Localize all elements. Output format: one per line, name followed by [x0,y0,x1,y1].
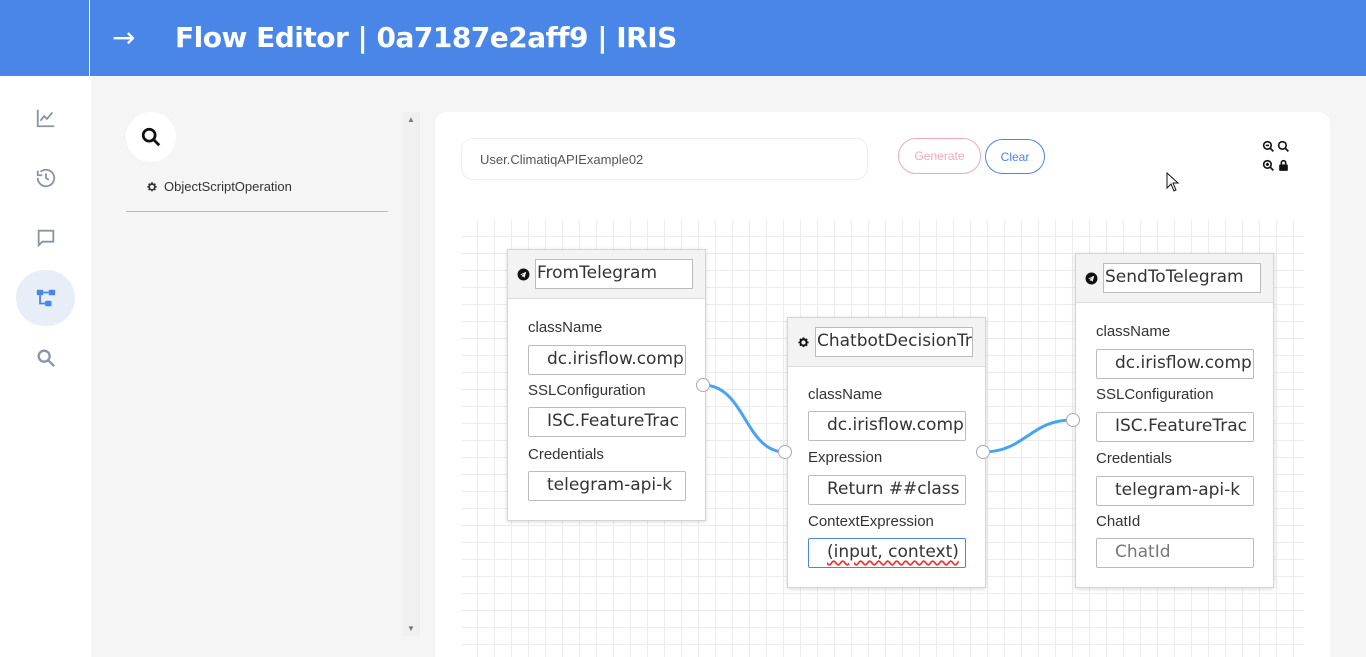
node-name-input[interactable]: SendToTelegram [1103,263,1261,293]
divider [126,211,388,212]
scroll-up-arrow-icon[interactable]: ▲ [407,115,415,124]
lock-icon[interactable] [1277,159,1290,172]
node-header: FromTelegram [508,250,705,299]
field-label: className [808,386,883,403]
flow-node-fromtelegram[interactable]: FromTelegram className dc.irisflow.comp … [507,249,706,521]
field-label: ContextExpression [808,513,934,530]
node-name-input[interactable]: FromTelegram [535,259,693,289]
generate-button[interactable]: Generate [898,138,981,174]
scroll-down-arrow-icon[interactable]: ▼ [407,624,415,633]
credentials-input[interactable]: telegram-api-k [1096,476,1254,506]
chart-line-icon [36,109,54,128]
ssl-configuration-input[interactable]: ISC.FeatureTrac [528,407,686,437]
classname-input[interactable]: dc.irisflow.comp [528,345,686,375]
credentials-input[interactable]: telegram-api-k [528,471,686,501]
field-label: className [528,319,603,336]
mouse-cursor-icon [1166,172,1180,192]
sidebar-item-analytics[interactable] [16,90,75,146]
telegram-icon [1085,272,1098,285]
clear-button[interactable]: Clear [985,139,1045,174]
sidebar-item-history[interactable] [16,150,75,206]
palette-item-objectscriptoperation[interactable]: ObjectScriptOperation [146,179,292,194]
page-title: Flow Editor | 0a7187e2aff9 | IRIS [175,21,677,54]
field-label: className [1096,323,1171,340]
context-expression-input[interactable]: (input, context) [808,538,966,568]
sidebar-item-chat[interactable] [16,210,75,266]
field-label: ChatId [1096,513,1141,530]
sidebar-item-search[interactable] [16,330,75,386]
field-label: Credentials [528,446,604,463]
gear-icon [798,337,809,348]
zoom-in-icon[interactable] [1277,140,1290,153]
chat-bubble-icon [37,229,54,248]
node-header: ChatbotDecisionTre [788,318,985,367]
sidebar-toggle-arrow-icon[interactable]: → [112,22,135,54]
classname-input[interactable]: dc.irisflow.comp [1096,349,1254,379]
palette-scrollbar[interactable]: ▲ ▼ [403,112,420,636]
gear-icon [147,181,157,191]
field-label: Expression [808,449,883,466]
node-header: SendToTelegram [1076,254,1273,303]
classname-input[interactable]: dc.irisflow.comp [808,411,966,441]
flow-name-input[interactable]: User.ClimatiqAPIExample02 [461,138,868,180]
sidebar-item-flow[interactable] [16,270,75,326]
search-icon [37,349,55,368]
palette-search-button[interactable] [126,112,176,162]
flow-node-chatbotdecisiontree[interactable]: ChatbotDecisionTre className dc.irisflow… [787,317,986,588]
search-icon [141,127,161,147]
history-icon [36,168,55,188]
chatid-input[interactable]: ChatId [1096,538,1254,568]
output-port[interactable] [976,445,990,459]
telegram-icon [517,268,530,281]
zoom-out-icon[interactable] [1262,140,1275,153]
output-port[interactable] [696,378,710,392]
component-palette: ObjectScriptOperation [126,112,388,632]
zoom-reset-icon[interactable] [1262,159,1275,172]
sidebar [0,76,91,657]
expression-input[interactable]: Return ##class [808,475,966,505]
node-name-input[interactable]: ChatbotDecisionTre [815,327,973,357]
input-port[interactable] [1066,413,1080,427]
palette-item-label: ObjectScriptOperation [164,179,292,194]
field-label: SSLConfiguration [1096,386,1214,403]
field-label: SSLConfiguration [528,382,646,399]
input-port[interactable] [778,445,792,459]
flow-node-sendtotelegram[interactable]: SendToTelegram className dc.irisflow.com… [1075,253,1274,588]
flow-tree-icon [36,289,55,307]
top-bar: → Flow Editor | 0a7187e2aff9 | IRIS [0,0,1366,76]
logo-area [0,0,90,76]
field-label: Credentials [1096,450,1172,467]
context-expression-value: (input, context) [827,542,959,562]
ssl-configuration-input[interactable]: ISC.FeatureTrac [1096,412,1254,442]
